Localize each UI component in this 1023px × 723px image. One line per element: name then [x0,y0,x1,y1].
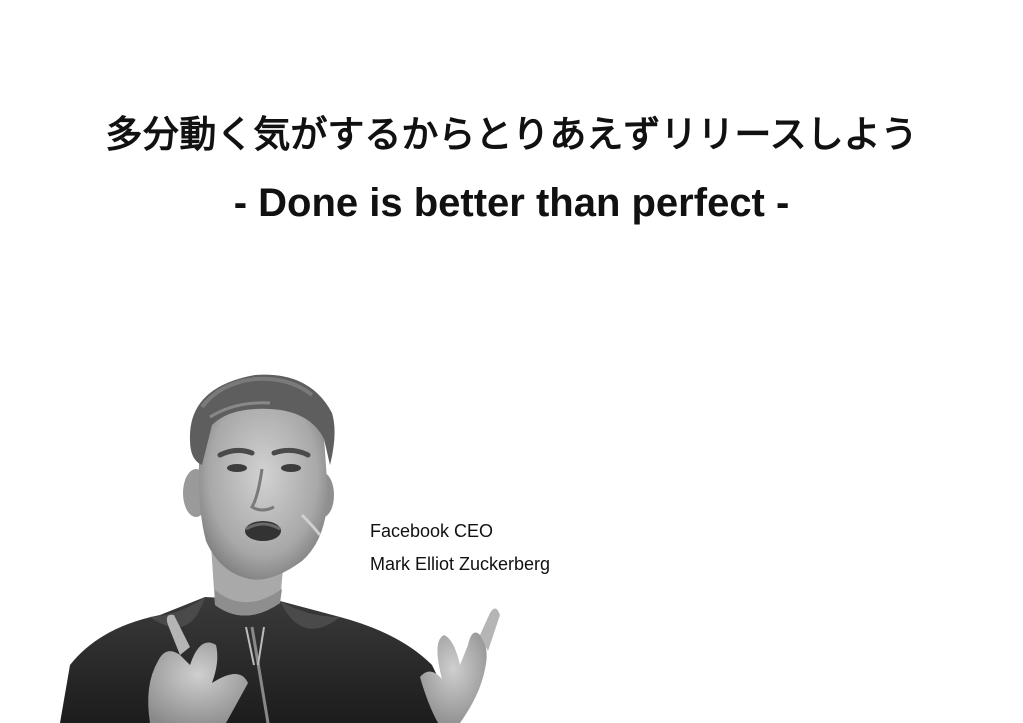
quote-japanese: 多分動く気がするからとりあえずリリースしよう [105,113,918,156]
attribution: Facebook CEO Mark Elliot Zuckerberg [370,515,550,581]
slide: 多分動く気がするからとりあえずリリースしよう - Done is better … [0,0,1023,723]
attribution-title: Facebook CEO [370,521,494,541]
attribution-name: Mark Elliot Zuckerberg [370,554,551,574]
quote-english: - Done is better than perfect - [233,181,790,225]
